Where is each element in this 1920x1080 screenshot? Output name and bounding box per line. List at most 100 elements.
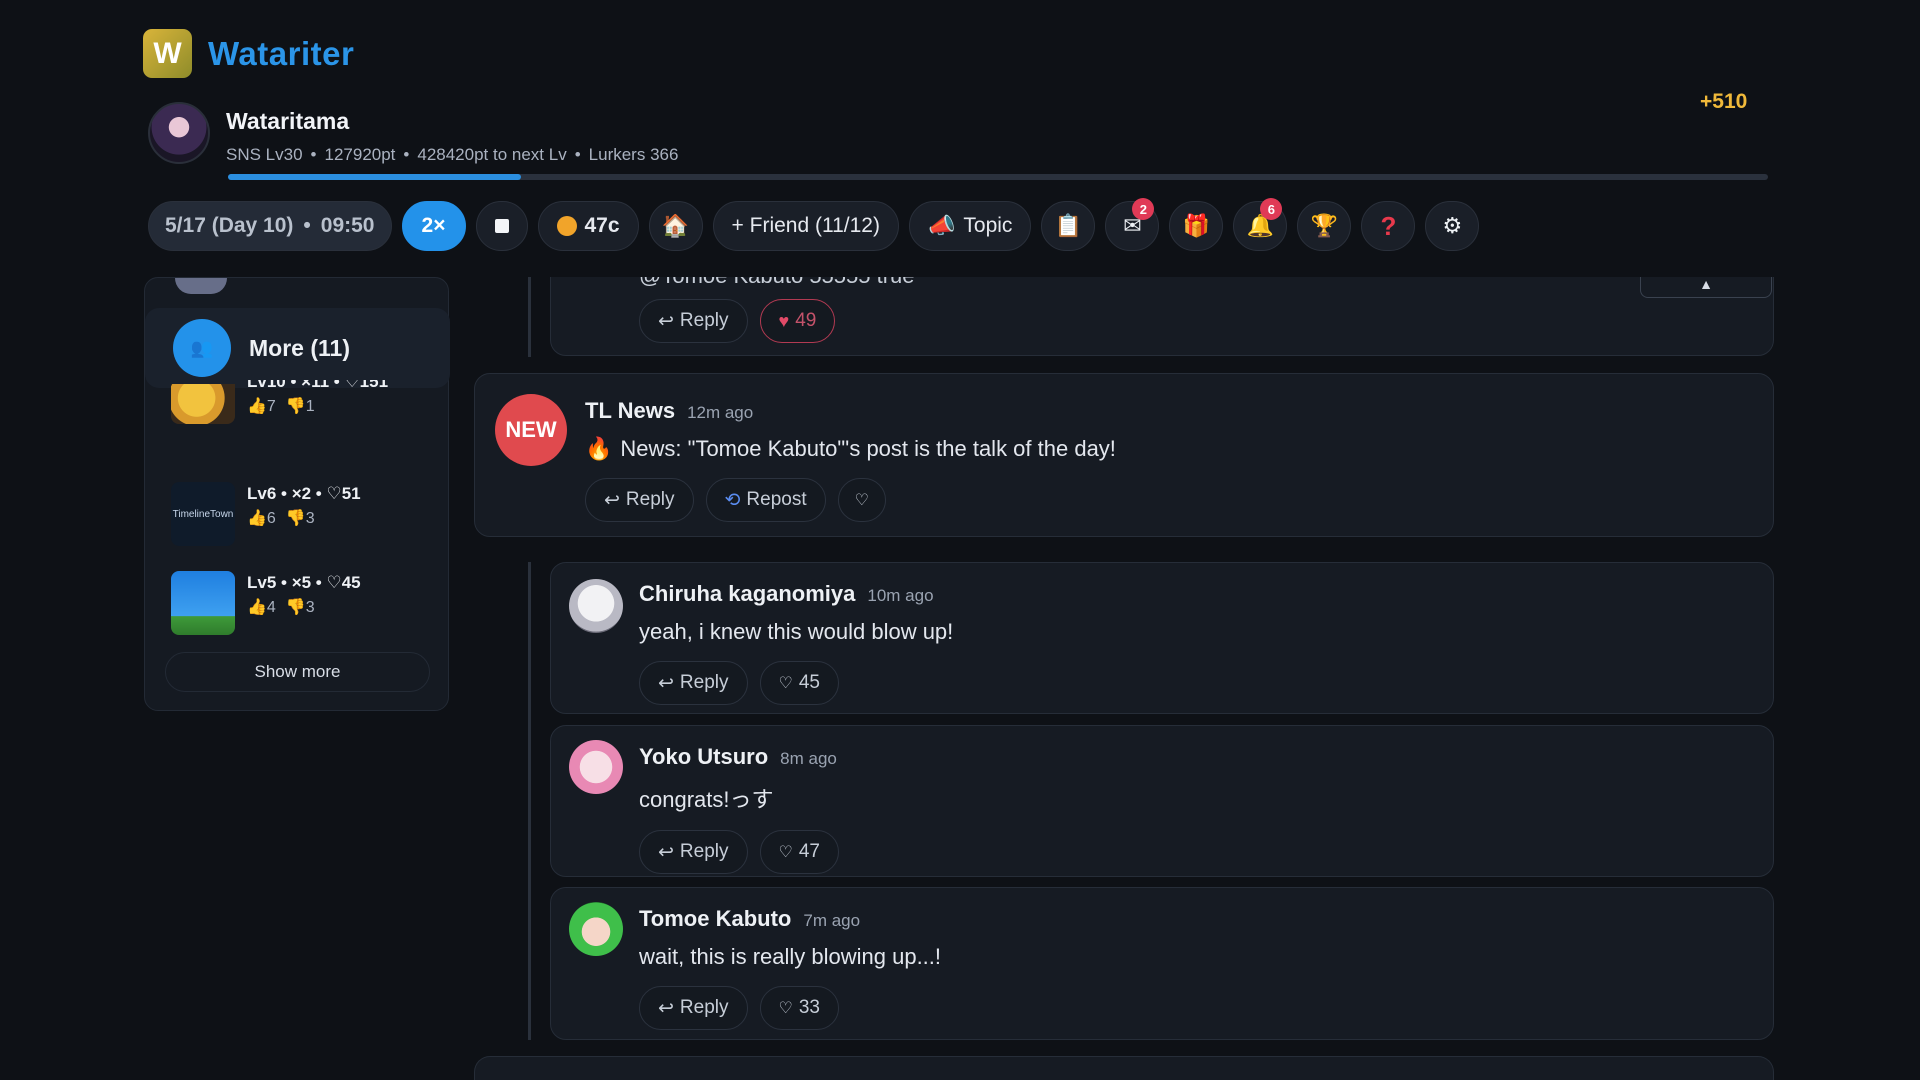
avatar[interactable]	[569, 740, 623, 794]
home-icon: 🏠	[661, 213, 690, 238]
gear-icon: ⚙	[1442, 213, 1463, 238]
stop-icon	[494, 219, 509, 233]
reply-card: Yoko Utsuro 8m ago congrats!っす ↩ Reply ♡ 4…	[550, 725, 1774, 877]
mail-button[interactable]: ✉ 2	[1105, 198, 1160, 251]
avatar[interactable]	[148, 102, 210, 164]
reply-button[interactable]: ↩ Reply	[639, 299, 748, 343]
reply-card: Tomoe Kabuto 7m ago wait, this is really…	[550, 887, 1774, 1040]
heart-icon: ♡	[778, 1000, 793, 1017]
heart-icon: ♡	[854, 492, 869, 509]
new-badge-avatar: NEW	[495, 394, 567, 466]
settings-button[interactable]: ⚙	[1425, 201, 1480, 251]
more-friends-button[interactable]: 👥 More (11)	[145, 308, 450, 388]
post-author[interactable]: Tomoe Kabuto	[639, 906, 791, 932]
reply-icon: ↩	[604, 489, 620, 511]
trophy-icon: 🏆	[1310, 213, 1339, 238]
clipboard-button[interactable]: 📋	[1041, 201, 1096, 251]
reply-icon: ↩	[658, 672, 674, 694]
post-text: News: "Tomoe Kabuto"'s post is the talk …	[620, 436, 1116, 461]
thumbs-down-icon: 👎1	[285, 398, 315, 415]
caret-up-icon: ▲	[1699, 275, 1713, 292]
profile-summary: Wataritama SNS Lv30 • 127920pt • 428420pt to…	[148, 102, 678, 165]
sidebar-item[interactable]: Lv10 • ×11 • ♡151 👍7 👎1	[171, 380, 388, 424]
post-time: 10m ago	[867, 586, 934, 605]
item-stats: Lv5 • ×5 • ♡45	[247, 573, 361, 592]
points-gain: +510	[1700, 90, 1748, 113]
more-label: More (11)	[249, 334, 350, 361]
notification-badge: 6	[1260, 198, 1283, 220]
like-button[interactable]: ♡	[837, 478, 886, 522]
post-author[interactable]: Chiruha kaganomiya	[639, 581, 855, 607]
gift-button[interactable]: 🎁	[1169, 201, 1224, 251]
heart-icon: ♡	[778, 675, 793, 692]
reply-button[interactable]: ↩ Reply	[639, 661, 748, 705]
repost-button[interactable]: ⟲ Repost	[705, 478, 826, 522]
thumbs-down-icon: 👎3	[285, 599, 315, 616]
thumbnail	[171, 571, 235, 635]
news-post-card: NEW TL News 12m ago 🔥 News: "Tomoe Kabut…	[474, 373, 1774, 537]
reply-icon: ↩	[658, 841, 674, 863]
coins-display[interactable]: 47c	[537, 201, 639, 251]
topic-button[interactable]: 📣 Topic	[908, 201, 1032, 251]
reply-button[interactable]: ↩ Reply	[585, 478, 694, 522]
speed-button[interactable]: 2×	[401, 201, 466, 251]
home-button[interactable]: 🏠	[648, 201, 703, 251]
post-time: 8m ago	[780, 749, 837, 768]
post-text: yeah, i knew this would blow up!	[639, 619, 954, 644]
like-button[interactable]: ♡ 45	[759, 661, 839, 705]
reply-button[interactable]: ↩ Reply	[639, 986, 748, 1030]
date-time-display: 5/17 (Day 10) • 09:50	[148, 201, 392, 251]
profile-name: Wataritama	[226, 108, 350, 134]
toolbar: 5/17 (Day 10) • 09:50 2× 47c 🏠 + Friend (1…	[148, 198, 1480, 251]
xp-progress-fill	[228, 174, 521, 180]
heart-icon: ♡	[778, 844, 793, 861]
fire-icon: 🔥	[585, 436, 613, 461]
thumbs-up-icon: 👍6	[247, 510, 276, 527]
add-friend-button[interactable]: + Friend (11/12)	[712, 201, 899, 251]
thread-line	[528, 277, 531, 357]
thread-line	[528, 562, 531, 1040]
reply-card: Chiruha kaganomiya 10m ago yeah, i knew …	[550, 562, 1774, 714]
brand[interactable]: W Watariter	[143, 29, 354, 78]
coin-icon	[556, 216, 577, 236]
stop-button[interactable]	[475, 201, 528, 251]
app-logo: W	[143, 29, 192, 78]
post-text: wait, this is really blowing up...!	[639, 944, 942, 969]
megaphone-icon: 📣	[927, 213, 956, 238]
help-button[interactable]: ?	[1361, 201, 1416, 251]
post-card-partial	[474, 1056, 1774, 1080]
item-stats: Lv6 • ×2 • ♡51	[247, 484, 361, 503]
reply-button[interactable]: ↩ Reply	[639, 830, 748, 874]
app-header: W Watariter Wataritama SNS Lv30 • 127920pt…	[0, 0, 1920, 277]
question-icon: ?	[1380, 211, 1397, 241]
thumbs-down-icon: 👎3	[285, 510, 315, 527]
avatar[interactable]	[175, 278, 227, 294]
like-button[interactable]: ♥ 49	[759, 299, 836, 343]
thumbs-up-icon: 👍7	[247, 398, 276, 415]
heart-icon: ♥	[778, 310, 790, 331]
trophy-button[interactable]: 🏆	[1297, 201, 1352, 251]
notifications-button[interactable]: 🔔 6	[1233, 198, 1288, 251]
sidebar-item[interactable]: Lv5 • ×5 • ♡45 👍4 👎3	[171, 571, 361, 635]
app-name: Watariter	[208, 34, 355, 72]
post-text: congrats!っす	[639, 787, 774, 812]
post-author[interactable]: Yoko Utsuro	[639, 744, 768, 770]
reply-icon: ↩	[658, 310, 674, 332]
thumbs-up-icon: 👍4	[247, 599, 276, 616]
item-stats: Lv10 • ×11 • ♡151	[247, 380, 389, 391]
avatar[interactable]	[569, 579, 623, 633]
avatar[interactable]	[569, 902, 623, 956]
post-time: 12m ago	[687, 403, 754, 422]
post-time: 7m ago	[803, 911, 861, 930]
sidebar-item[interactable]: TimelineTown Lv6 • ×2 • ♡51 👍6 👎3	[171, 482, 361, 546]
post-author[interactable]: TL News	[585, 398, 675, 424]
reply-icon: ↩	[658, 997, 674, 1019]
xp-progress-bar	[228, 174, 1768, 180]
show-more-button[interactable]: Show more	[165, 652, 430, 692]
like-button[interactable]: ♡ 33	[759, 986, 839, 1030]
repost-icon: ⟲	[724, 489, 741, 511]
thumbnail	[171, 384, 235, 424]
profile-stats: SNS Lv30 • 127920pt • 428420pt to next Lv • Lu…	[226, 145, 679, 164]
like-button[interactable]: ♡ 47	[759, 830, 839, 874]
thumbnail: TimelineTown	[171, 482, 235, 546]
